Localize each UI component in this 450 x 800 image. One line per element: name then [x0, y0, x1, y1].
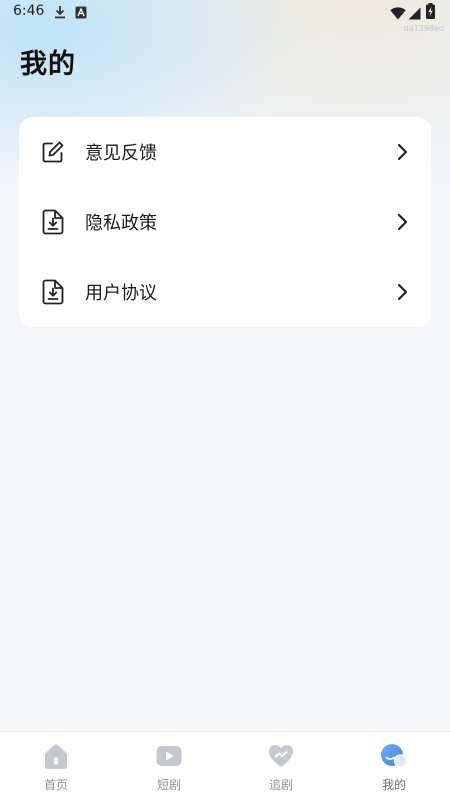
settings-menu-card: 意见反馈 隐私政策 用户协议 [19, 117, 431, 327]
menu-item-label: 隐私政策 [85, 213, 157, 234]
app-notification-icon [75, 4, 87, 23]
menu-item-label: 用户协议 [85, 283, 157, 304]
download-icon [54, 4, 66, 23]
home-icon [42, 742, 70, 770]
tab-label: 首页 [43, 778, 68, 792]
cellular-signal-icon [408, 5, 421, 24]
tab-label: 我的 [381, 778, 406, 792]
bottom-tab-bar: 首页 短剧 追剧 我的 [0, 731, 450, 800]
edit-icon [41, 139, 65, 165]
watermark-text: da1398ed [403, 24, 444, 33]
document-icon [41, 279, 65, 305]
chevron-right-icon [395, 143, 409, 161]
tab-label: 短剧 [156, 778, 181, 792]
menu-item-feedback[interactable]: 意见反馈 [19, 117, 431, 187]
battery-charging-icon [426, 3, 435, 23]
chevron-right-icon [395, 283, 409, 301]
menu-item-privacy-policy[interactable]: 隐私政策 [19, 187, 431, 257]
profile-icon [380, 742, 408, 770]
tab-label: 追剧 [268, 778, 293, 792]
tab-mine[interactable]: 我的 [338, 732, 450, 800]
tab-following[interactable]: 追剧 [225, 732, 337, 800]
status-bar: 6:46 da1398ed [0, 0, 450, 33]
wifi-icon [390, 5, 406, 24]
heart-icon [267, 742, 295, 770]
status-time: 6:46 [13, 3, 45, 19]
menu-item-label: 意见反馈 [85, 143, 157, 164]
page-title: 我的 [20, 49, 76, 80]
menu-item-user-agreement[interactable]: 用户协议 [19, 257, 431, 327]
play-icon [155, 742, 183, 770]
chevron-right-icon [395, 213, 409, 231]
tab-short-drama[interactable]: 短剧 [113, 732, 225, 800]
tab-home[interactable]: 首页 [0, 732, 112, 800]
document-icon [41, 209, 65, 235]
